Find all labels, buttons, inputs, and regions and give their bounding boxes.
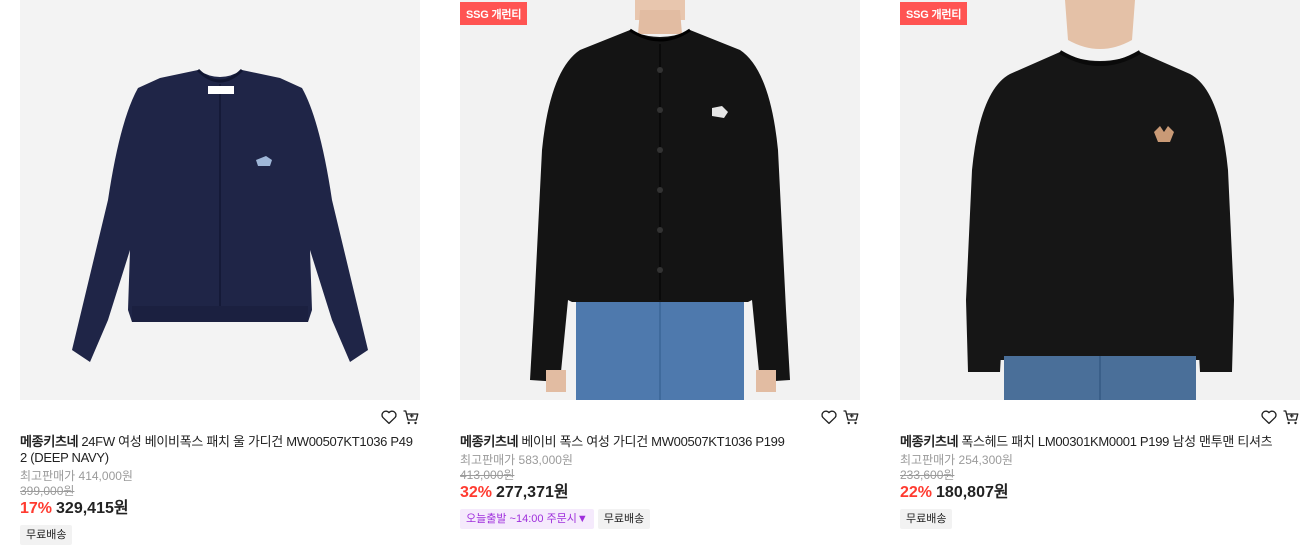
tag-list: 무료배송 bbox=[20, 525, 420, 545]
black-cardigan-model-image bbox=[460, 0, 860, 400]
cart-icon[interactable] bbox=[842, 408, 860, 426]
original-price: 413,000원 bbox=[460, 468, 515, 482]
brand-name: 메종키츠네 bbox=[460, 434, 519, 449]
free-shipping-tag: 무료배송 bbox=[20, 525, 73, 545]
reference-price: 최고판매가 254,300원 bbox=[900, 453, 1013, 467]
price-row: 17% 329,415원 bbox=[20, 499, 420, 519]
discount-rate: 22% bbox=[900, 484, 933, 501]
product-image[interactable]: SSG 개런티 bbox=[900, 0, 1300, 400]
price-row: 32% 277,371원 bbox=[460, 483, 860, 503]
original-price: 399,000원 bbox=[20, 484, 75, 498]
product-card[interactable]: 메종키츠네 24FW 여성 베이비폭스 패치 울 가디건 MW00507KT103… bbox=[20, 0, 420, 545]
product-name: 폭스헤드 패치 LM00301KM0001 P199 남성 맨투맨 티셔츠 bbox=[961, 434, 1273, 449]
reference-price: 최고판매가 583,000원 bbox=[460, 453, 573, 467]
sale-price: 329,415원 bbox=[56, 500, 129, 517]
product-card[interactable]: SSG 개런티 메종키츠네 폭스헤드 패치 LM00301KM0001 P199 … bbox=[900, 0, 1300, 529]
cart-icon[interactable] bbox=[402, 408, 420, 426]
cart-icon[interactable] bbox=[1282, 408, 1300, 426]
product-grid: 메종키츠네 24FW 여성 베이비폭스 패치 울 가디건 MW00507KT103… bbox=[0, 0, 1304, 559]
today-dispatch-tag[interactable]: 오늘출발 ~14:00 주문시▼ bbox=[460, 509, 594, 529]
navy-cardigan-image bbox=[20, 0, 420, 400]
product-title[interactable]: 메종키츠네 24FW 여성 베이비폭스 패치 울 가디건 MW00507KT103… bbox=[20, 434, 420, 466]
price-row: 22% 180,807원 bbox=[900, 483, 1300, 503]
sale-price: 180,807원 bbox=[936, 484, 1009, 501]
tag-list: 오늘출발 ~14:00 주문시▼ 무료배송 bbox=[460, 509, 860, 529]
heart-icon[interactable] bbox=[1260, 408, 1278, 426]
original-price: 233,600원 bbox=[900, 468, 955, 482]
card-actions bbox=[460, 400, 860, 434]
heart-icon[interactable] bbox=[820, 408, 838, 426]
free-shipping-tag: 무료배송 bbox=[597, 509, 651, 529]
ssg-guarantee-badge: SSG 개런티 bbox=[900, 2, 968, 25]
ssg-guarantee-badge: SSG 개런티 bbox=[460, 2, 528, 25]
product-name: 베이비 폭스 여성 가디건 MW00507KT1036 P199 bbox=[521, 434, 785, 449]
sale-price: 277,371원 bbox=[496, 484, 569, 501]
heart-icon[interactable] bbox=[380, 408, 398, 426]
product-image[interactable] bbox=[20, 0, 420, 400]
brand-name: 메종키츠네 bbox=[20, 434, 79, 449]
card-actions bbox=[20, 400, 420, 434]
discount-rate: 17% bbox=[20, 500, 53, 517]
product-image[interactable]: SSG 개런티 bbox=[460, 0, 860, 400]
card-actions bbox=[900, 400, 1300, 434]
product-name: 24FW 여성 베이비폭스 패치 울 가디건 MW00507KT1036 P49… bbox=[20, 434, 413, 465]
product-card[interactable]: SSG 개런티 메종키츠네 베이비 폭스 여성 가디건 MW00507KT1036… bbox=[460, 0, 860, 529]
free-shipping-tag: 무료배송 bbox=[900, 509, 953, 529]
discount-rate: 32% bbox=[460, 484, 493, 501]
product-title[interactable]: 메종키츠네 폭스헤드 패치 LM00301KM0001 P199 남성 맨투맨 티… bbox=[900, 434, 1300, 450]
product-title[interactable]: 메종키츠네 베이비 폭스 여성 가디건 MW00507KT1036 P199 bbox=[460, 434, 860, 450]
black-sweatshirt-model-image bbox=[900, 0, 1300, 400]
brand-name: 메종키츠네 bbox=[900, 434, 959, 449]
reference-price: 최고판매가 414,000원 bbox=[20, 469, 133, 483]
tag-list: 무료배송 bbox=[900, 509, 1300, 529]
